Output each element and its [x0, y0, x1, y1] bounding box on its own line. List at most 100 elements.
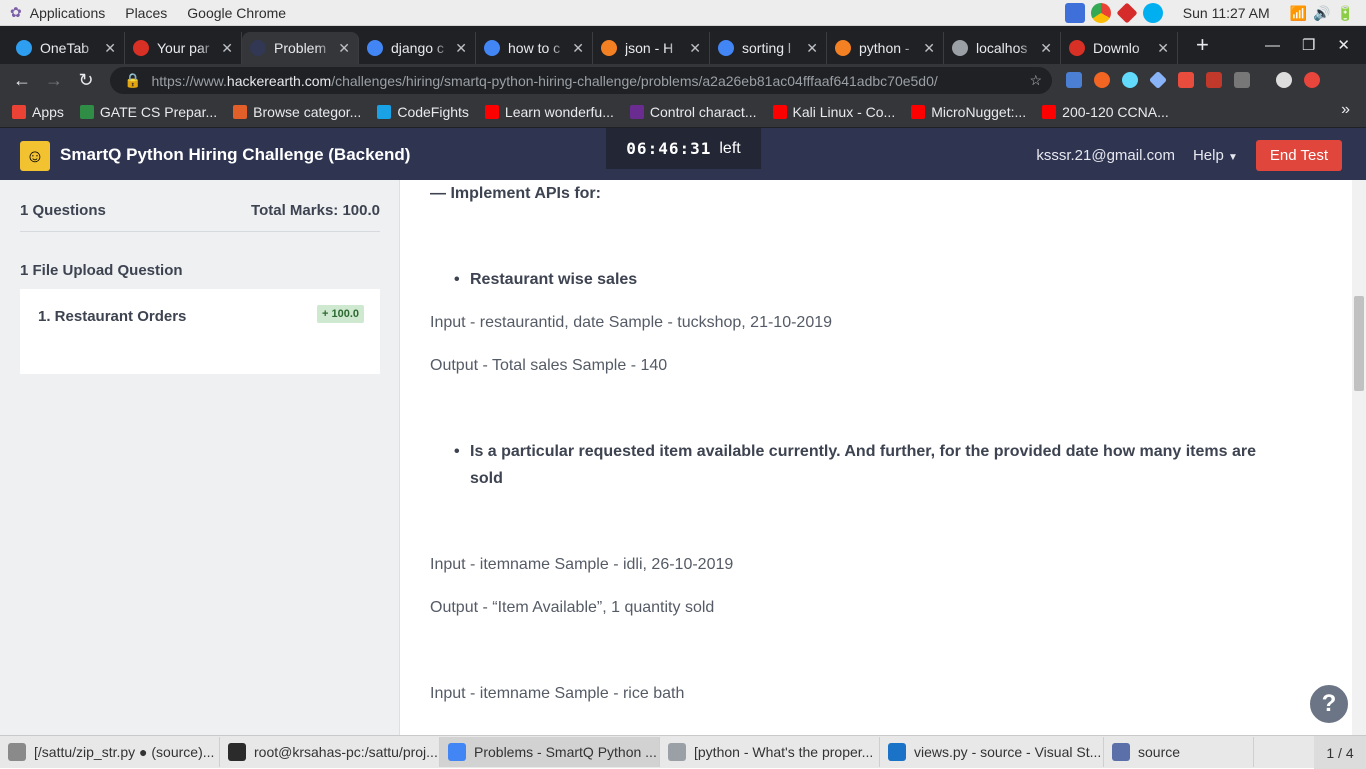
taskbar-window-item[interactable]: root@krsahas-pc:/sattu/proj...	[220, 737, 440, 767]
window-app-icon	[8, 743, 26, 761]
extension-icon[interactable]	[1094, 72, 1110, 88]
user-email[interactable]: ksssr.21@gmail.com	[1036, 147, 1175, 164]
new-tab-icon[interactable]: +	[1196, 32, 1209, 58]
tab-title: django c	[391, 40, 444, 56]
question-title: 1. Restaurant Orders	[38, 308, 187, 325]
chrome-tray-icon[interactable]	[1090, 3, 1111, 23]
bookmark-star-icon[interactable]: ☆	[1029, 72, 1042, 89]
tab-close-icon[interactable]: ✕	[806, 40, 818, 57]
browser-tab[interactable]: django c ✕	[359, 32, 476, 64]
taskbar-window-item[interactable]: [/sattu/zip_str.py ● (source)...	[0, 737, 220, 767]
content-scrollbar[interactable]	[1352, 180, 1366, 735]
url-path: /challenges/hiring/smartq-python-hiring-…	[331, 72, 938, 89]
window-title: [/sattu/zip_str.py ● (source)...	[34, 744, 215, 760]
bookmark-item[interactable]: GATE CS Prepar...	[79, 104, 217, 120]
back-icon[interactable]: ←	[6, 70, 38, 91]
browser-tab[interactable]: Problem ✕	[242, 32, 359, 64]
browser-tab[interactable]: sorting l ✕	[710, 32, 827, 64]
browser-tab[interactable]: localhos ✕	[944, 32, 1061, 64]
tab-close-icon[interactable]: ✕	[338, 40, 350, 57]
address-bar[interactable]: 🔒 https://www. hackerearth.com/challenges…	[110, 67, 1052, 94]
taskbar-window-item[interactable]: [python - What's the proper...	[660, 737, 880, 767]
help-label: Help	[1192, 147, 1224, 164]
page-header: ☺ SmartQ Python Hiring Challenge (Backen…	[0, 128, 1366, 180]
bookmark-label: Learn wonderfu...	[504, 103, 614, 120]
applications-menu[interactable]: ✿ Applications	[0, 0, 115, 26]
bookmark-favicon-icon	[79, 104, 94, 119]
hackerearth-logo-icon[interactable]: ☺	[20, 141, 50, 171]
bookmark-favicon-icon	[629, 104, 644, 119]
bookmark-item[interactable]: Kali Linux - Co...	[772, 104, 895, 120]
restore-icon[interactable]: ❐	[1302, 36, 1315, 54]
places-menu[interactable]: Places	[115, 0, 177, 26]
bookmark-item[interactable]: CodeFights	[377, 104, 469, 120]
google-chrome-label: Google Chrome	[187, 4, 287, 21]
forward-icon[interactable]: →	[38, 70, 70, 91]
wifi-icon[interactable]: 📶	[1290, 5, 1307, 22]
extension-icon[interactable]	[1234, 72, 1250, 88]
end-test-button[interactable]: End Test	[1255, 140, 1342, 171]
taskbar-window-item[interactable]: source	[1104, 737, 1254, 767]
adblock-icon[interactable]	[1206, 72, 1222, 88]
extension-icon[interactable]	[1178, 72, 1194, 88]
help-question-icon[interactable]: ?	[1308, 683, 1350, 725]
bookmark-item[interactable]: Browse categor...	[233, 104, 361, 120]
tab-close-icon[interactable]: ✕	[689, 40, 701, 57]
bookmark-label: MicroNugget:...	[931, 103, 1027, 120]
skype-icon[interactable]	[1142, 3, 1163, 23]
total-marks: Total Marks: 100.0	[251, 202, 380, 219]
bookmark-item[interactable]: MicroNugget:...	[911, 104, 1026, 120]
browser-tab[interactable]: json - H ✕	[593, 32, 710, 64]
help-dropdown[interactable]: Help ▼	[1193, 147, 1238, 164]
caret-down-icon: ▼	[1227, 152, 1238, 163]
download-icon[interactable]	[1064, 3, 1085, 23]
bookmark-favicon-icon	[911, 104, 926, 119]
tab-title: Your par	[157, 40, 210, 56]
volume-icon[interactable]: 🔊	[1313, 5, 1330, 22]
window-app-icon	[1112, 743, 1130, 761]
close-window-icon[interactable]: ✕	[1337, 36, 1350, 54]
question-item[interactable]: 1. Restaurant Orders + 100.0	[20, 289, 380, 374]
tab-close-icon[interactable]: ✕	[1157, 40, 1169, 57]
browser-tab[interactable]: how to c ✕	[476, 32, 593, 64]
scrollbar-thumb[interactable]	[1354, 296, 1364, 391]
browser-tab[interactable]: Your par ✕	[125, 32, 242, 64]
challenge-title: SmartQ Python Hiring Challenge (Backend)	[60, 145, 411, 164]
minimize-icon[interactable]: —	[1265, 37, 1280, 54]
extension-icon[interactable]	[1148, 70, 1168, 90]
profile-avatar-icon[interactable]	[1276, 72, 1292, 88]
apps-shortcut[interactable]: Apps	[12, 104, 64, 120]
more-bookmarks-icon[interactable]: »	[1341, 101, 1350, 119]
battery-icon[interactable]: 🔋	[1337, 5, 1354, 22]
bookmark-item[interactable]: 200-120 CCNA...	[1042, 104, 1169, 120]
tab-close-icon[interactable]: ✕	[104, 40, 116, 57]
os-taskbar: [/sattu/zip_str.py ● (source)... root@krs…	[0, 735, 1366, 769]
tab-close-icon[interactable]: ✕	[572, 40, 584, 57]
bookmark-item[interactable]: Learn wonderfu...	[484, 103, 614, 120]
bullet-item: Is a particular requested item available…	[454, 438, 1320, 492]
section-title: 1 File Upload Question	[20, 262, 183, 279]
tab-close-icon[interactable]: ✕	[1040, 40, 1052, 57]
tab-close-icon[interactable]: ✕	[221, 40, 233, 57]
browser-tab[interactable]: OneTab ✕	[8, 32, 125, 64]
red-app-icon[interactable]	[1116, 2, 1138, 24]
tab-title: sorting l	[742, 40, 792, 56]
reload-icon[interactable]: ↻	[70, 70, 102, 91]
system-top-bar: ✿ Applications Places Google Chrome Sun …	[0, 0, 1366, 26]
tab-title: json - H	[625, 40, 674, 56]
tab-close-icon[interactable]: ✕	[455, 40, 467, 57]
browser-tab[interactable]: Downlo ✕	[1061, 32, 1178, 64]
tab-close-icon[interactable]: ✕	[923, 40, 935, 57]
extension-icon[interactable]	[1066, 72, 1082, 88]
google-chrome-menu[interactable]: Google Chrome	[177, 0, 296, 26]
browser-toolbar: ← → ↻ 🔒 https://www. hackerearth.com/chal…	[0, 64, 1366, 96]
taskbar-window-item[interactable]: views.py - source - Visual St...	[880, 737, 1104, 767]
workspace-pager[interactable]: 1 / 4	[1314, 736, 1366, 769]
clock[interactable]: Sun 11:27 AM	[1183, 5, 1270, 21]
taskbar-window-item[interactable]: Problems - SmartQ Python ...	[440, 737, 660, 767]
react-devtools-icon[interactable]	[1122, 72, 1138, 88]
browser-tab[interactable]: python - ✕	[827, 32, 944, 64]
update-icon[interactable]	[1304, 72, 1320, 88]
bookmark-item[interactable]: Control charact...	[629, 104, 757, 120]
tab-favicon-icon	[16, 40, 32, 56]
